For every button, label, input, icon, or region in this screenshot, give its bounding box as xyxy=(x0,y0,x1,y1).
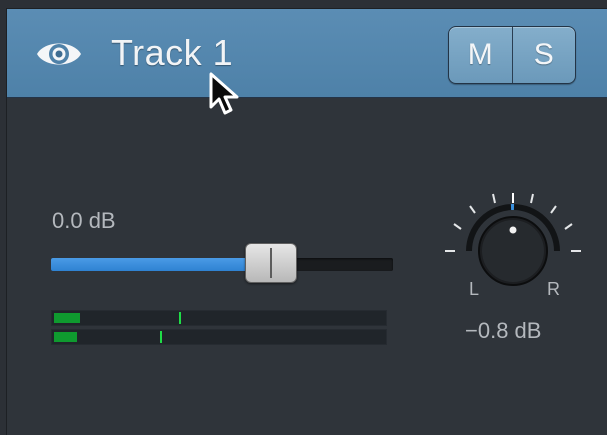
pan-indicator xyxy=(510,227,517,234)
mouse-pointer-icon xyxy=(208,72,248,120)
track-name[interactable]: Track 1 xyxy=(111,32,233,74)
mute-solo-group: M S xyxy=(448,26,576,84)
mute-button[interactable]: M xyxy=(449,27,512,83)
meter-fill xyxy=(54,313,80,323)
meter-fill xyxy=(54,332,77,342)
pan-right-label: R xyxy=(547,279,560,299)
fader-fill xyxy=(51,258,270,271)
solo-button[interactable]: S xyxy=(512,27,576,83)
level-meter-left xyxy=(51,310,387,326)
fader-knob[interactable] xyxy=(245,243,297,283)
volume-fader[interactable] xyxy=(51,255,393,274)
eye-icon[interactable] xyxy=(35,35,83,73)
track-panel: Track 1 M S 0.0 dB xyxy=(6,8,607,435)
pan-knob[interactable]: L R xyxy=(443,189,583,299)
meter-peak xyxy=(160,331,162,343)
pan-left-label: L xyxy=(469,279,479,299)
level-meter-right xyxy=(51,329,387,345)
volume-value: 0.0 dB xyxy=(52,208,116,234)
meter-peak xyxy=(179,312,181,324)
track-header: Track 1 M S xyxy=(7,9,607,98)
pan-value: −0.8 dB xyxy=(465,318,541,344)
